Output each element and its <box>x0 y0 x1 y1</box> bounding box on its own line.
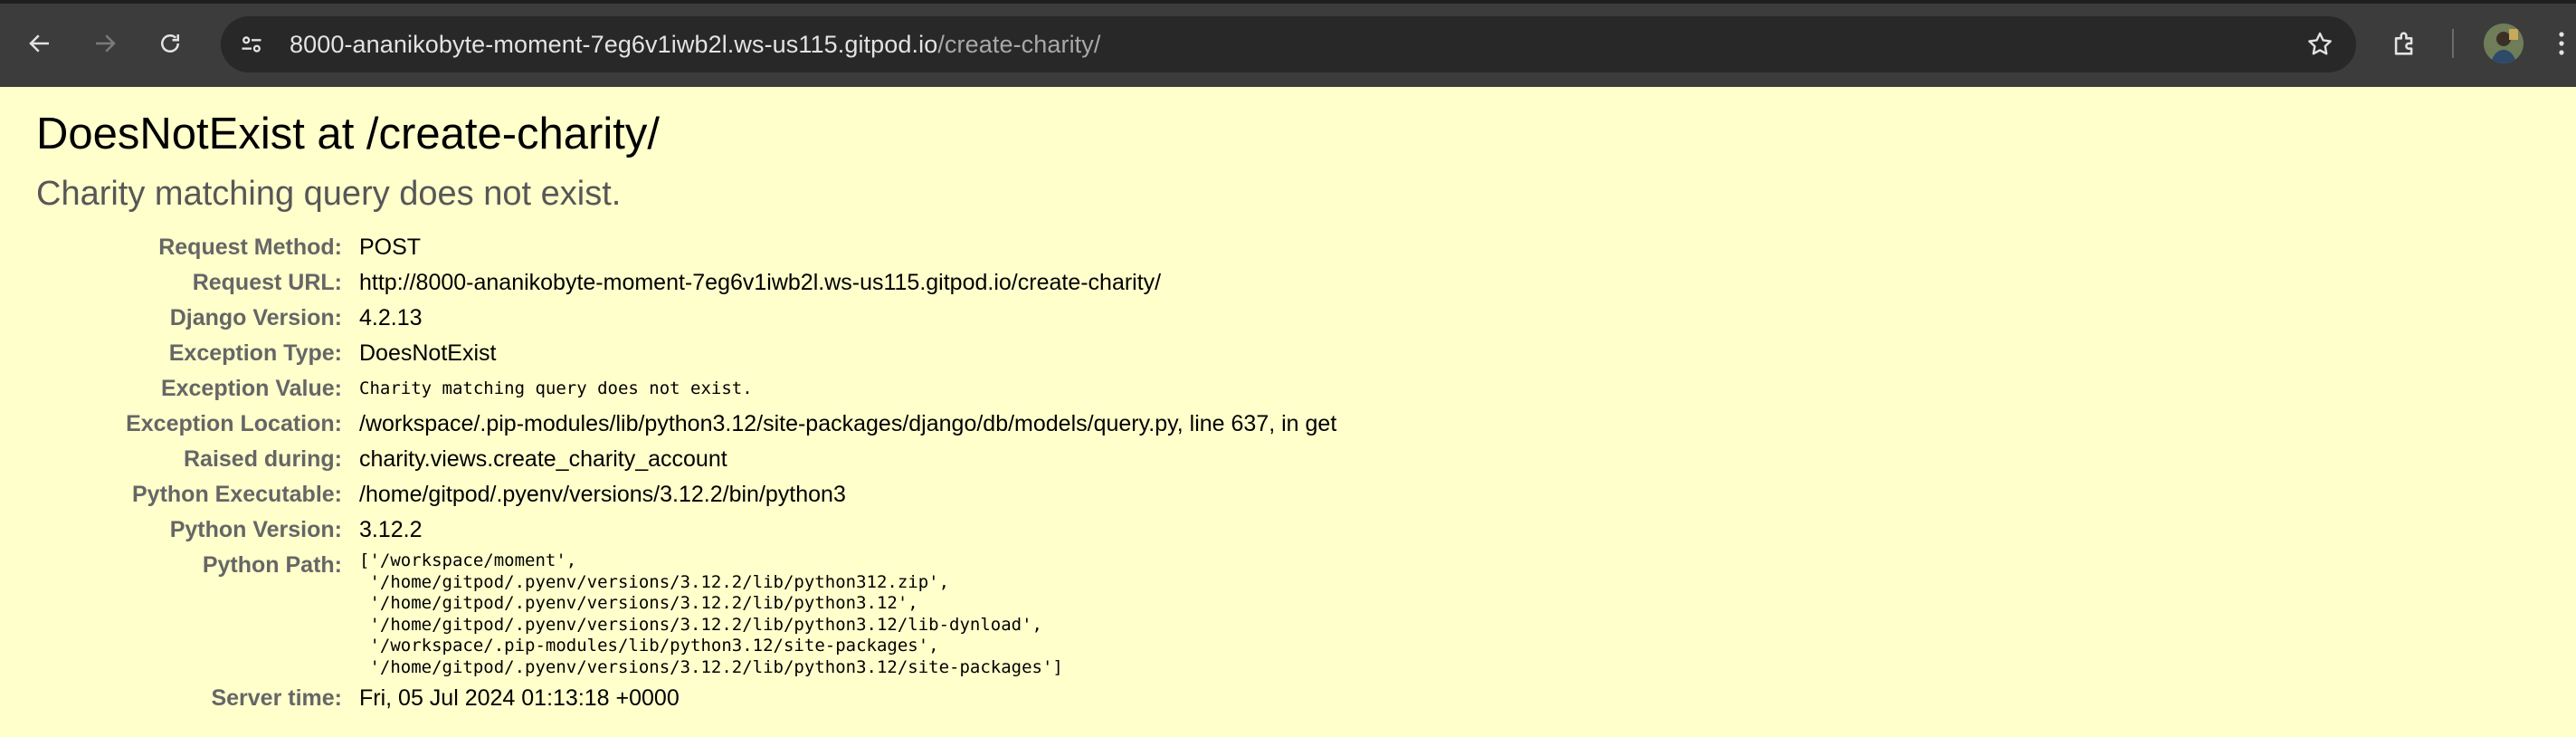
python-executable-value: /home/gitpod/.pyenv/versions/3.12.2/bin/… <box>359 482 846 507</box>
url-text[interactable]: 8000-ananikobyte-moment-7eg6v1iwb2l.ws-u… <box>290 31 1101 59</box>
exception-value-label: Exception Value: <box>160 376 342 401</box>
more-menu-icon[interactable] <box>2547 24 2576 63</box>
meta-row-request-method: Request Method: POST <box>36 230 1336 265</box>
error-message: Charity matching query does not exist. <box>36 175 622 213</box>
toolbar-divider <box>2452 29 2454 58</box>
meta-row-raised-during: Raised during: charity.views.create_char… <box>36 442 1336 477</box>
meta-row-server-time: Server time: Fri, 05 Jul 2024 01:13:18 +… <box>36 681 1336 716</box>
error-summary: DoesNotExist at /create-charity/ Charity… <box>0 87 2576 716</box>
request-method-value: POST <box>359 234 422 260</box>
python-version-label: Python Version: <box>169 517 342 542</box>
exception-location-label: Exception Location: <box>126 411 342 436</box>
meta-row-exception-location: Exception Location: /workspace/.pip-modu… <box>36 407 1336 442</box>
exception-type-label: Exception Type: <box>168 340 342 366</box>
exception-value-value: Charity matching query does not exist. <box>359 378 753 398</box>
meta-row-exception-value: Exception Value: Charity matching query … <box>36 371 1336 407</box>
site-info-icon[interactable] <box>233 26 270 62</box>
error-title: DoesNotExist at /create-charity/ <box>36 110 660 158</box>
forward-arrow-icon[interactable] <box>78 16 132 71</box>
meta-row-request-url: Request URL: http://8000-ananikobyte-mom… <box>36 265 1336 301</box>
python-version-value: 3.12.2 <box>359 517 423 542</box>
bookmark-star-icon[interactable] <box>2302 26 2338 62</box>
django-version-value: 4.2.13 <box>359 305 423 330</box>
meta-row-python-path: Python Path: ['/workspace/moment', '/hom… <box>36 548 1336 681</box>
meta-row-exception-type: Exception Type: DoesNotExist <box>36 336 1336 371</box>
url-path: /create-charity/ <box>937 30 1101 58</box>
exception-location-value: /workspace/.pip-modules/lib/python3.12/s… <box>359 411 1337 436</box>
meta-row-django-version: Django Version: 4.2.13 <box>36 301 1336 336</box>
back-arrow-icon[interactable] <box>13 16 67 71</box>
django-version-label: Django Version: <box>169 305 342 330</box>
raised-during-value: charity.views.create_charity_account <box>359 446 727 472</box>
request-meta-table: Request Method: POST Request URL: http:/… <box>36 230 1336 716</box>
url-host: 8000-ananikobyte-moment-7eg6v1iwb2l.ws-u… <box>290 30 938 58</box>
meta-row-python-version: Python Version: 3.12.2 <box>36 512 1336 548</box>
extensions-icon[interactable] <box>2380 18 2430 69</box>
raised-during-label: Raised during: <box>183 446 342 472</box>
request-url-value: http://8000-ananikobyte-moment-7eg6v1iwb… <box>359 270 1162 295</box>
python-path-label: Python Path: <box>202 552 342 578</box>
meta-row-python-executable: Python Executable: /home/gitpod/.pyenv/v… <box>36 477 1336 512</box>
request-method-label: Request Method: <box>158 234 342 260</box>
request-url-label: Request URL: <box>192 270 342 295</box>
server-time-value: Fri, 05 Jul 2024 01:13:18 +0000 <box>359 685 680 711</box>
exception-type-value: DoesNotExist <box>359 340 497 366</box>
browser-toolbar: 8000-ananikobyte-moment-7eg6v1iwb2l.ws-u… <box>0 0 2576 87</box>
profile-avatar[interactable] <box>2484 24 2524 63</box>
server-time-label: Server time: <box>211 685 342 711</box>
python-executable-label: Python Executable: <box>132 482 342 507</box>
reload-icon[interactable] <box>143 16 197 71</box>
python-path-value: ['/workspace/moment', '/home/gitpod/.pye… <box>359 550 1063 677</box>
address-bar[interactable]: 8000-ananikobyte-moment-7eg6v1iwb2l.ws-u… <box>221 16 2356 72</box>
